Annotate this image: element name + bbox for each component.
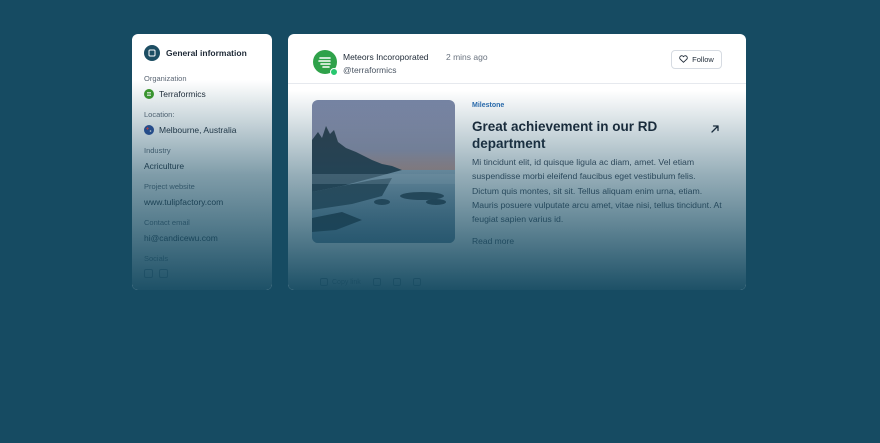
- socials-block: Socials: [144, 254, 260, 278]
- share-icon: [372, 278, 381, 286]
- post-actions: Copy link: [320, 278, 421, 286]
- website-block: Project website www.tulipfactory.com: [144, 182, 260, 207]
- organization-name: Terraformics: [159, 89, 206, 99]
- website-link[interactable]: www.tulipfactory.com: [144, 197, 260, 207]
- post-body: Mi tincidunt elit, id quisque ligula ac …: [472, 157, 722, 225]
- social-share-action[interactable]: [392, 278, 401, 286]
- arrow-up-right-icon[interactable]: [710, 121, 720, 133]
- post-card: Meteors Incoroporated 2 mins ago @terraf…: [288, 34, 746, 290]
- socials-label: Socials: [144, 254, 169, 263]
- email-link[interactable]: hi@candicewu.com: [144, 233, 260, 243]
- industry-block: Industry Acriculture: [144, 146, 260, 171]
- location-name: Melbourne, Australia: [159, 125, 237, 135]
- post-timestamp: 2 mins ago: [446, 52, 488, 62]
- social-icon[interactable]: [144, 269, 153, 278]
- social-icon[interactable]: [159, 269, 168, 278]
- general-information-card: General information Organization Terrafo…: [132, 34, 272, 290]
- post-tag: Milestone: [472, 102, 505, 109]
- info-square-icon: [144, 45, 160, 61]
- copy-link-label: Copy link: [332, 278, 361, 286]
- organization-label: Organization: [144, 74, 187, 83]
- email-label: Contact email: [144, 218, 190, 227]
- terraformics-logo-icon: [144, 89, 154, 99]
- company-name[interactable]: Meteors Incoroporated: [343, 52, 429, 62]
- more-share-icon: [412, 278, 421, 286]
- post-headline[interactable]: Great achievement in our RD department: [472, 118, 682, 152]
- organization-block: Organization Terraformics: [144, 74, 260, 99]
- follow-label: Follow: [692, 55, 714, 64]
- general-information-header: General information: [144, 45, 260, 61]
- heart-icon: [679, 54, 688, 65]
- email-block: Contact email hi@candicewu.com: [144, 218, 260, 243]
- location-label: Location:: [144, 110, 175, 119]
- industry-value: Acriculture: [144, 161, 185, 171]
- copy-link-action[interactable]: Copy link: [320, 278, 361, 286]
- industry-label: Industry: [144, 146, 171, 155]
- share-action[interactable]: [372, 278, 381, 286]
- company-handle[interactable]: @terraformics: [343, 65, 397, 75]
- website-label: Project website: [144, 182, 195, 191]
- social-share-icon: [392, 278, 401, 286]
- socials-row: [144, 269, 260, 278]
- australia-flag-icon: [144, 125, 154, 135]
- general-information-title: General information: [166, 48, 247, 58]
- follow-button[interactable]: Follow: [671, 50, 722, 69]
- more-share-action[interactable]: [412, 278, 421, 286]
- location-block: Location: Melbourne, Australia: [144, 110, 260, 135]
- online-status-indicator: [330, 68, 338, 76]
- organization-value[interactable]: Terraformics: [144, 89, 260, 99]
- location-value: Melbourne, Australia: [144, 125, 260, 135]
- copy-icon: [320, 278, 328, 286]
- post-header: Meteors Incoroporated 2 mins ago @terraf…: [288, 34, 746, 84]
- post-photo: [312, 100, 455, 243]
- read-more-link[interactable]: Read more: [472, 236, 514, 246]
